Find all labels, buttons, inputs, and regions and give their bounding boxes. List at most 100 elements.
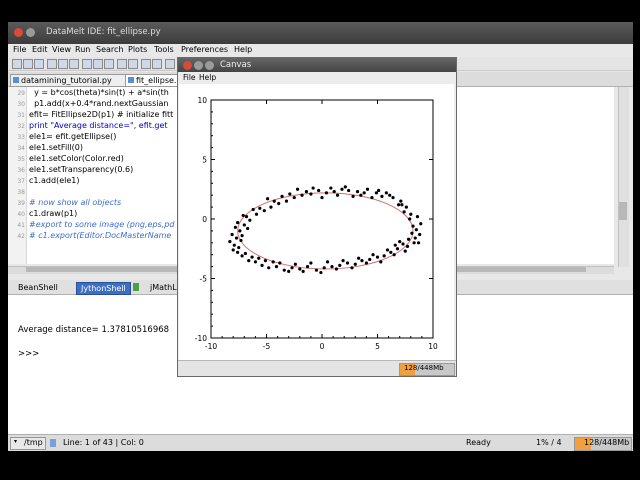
data-point bbox=[287, 269, 291, 273]
menu-search[interactable]: Search bbox=[96, 45, 123, 54]
data-point bbox=[240, 254, 244, 258]
tab-jmathlab[interactable]: jMathL bbox=[146, 282, 181, 293]
tab-jythonshell[interactable]: JythonShell bbox=[76, 282, 131, 295]
data-point bbox=[295, 187, 300, 191]
menu-plots[interactable]: Plots bbox=[128, 45, 147, 54]
replace-icon[interactable] bbox=[152, 59, 162, 69]
data-point bbox=[399, 199, 403, 203]
close-window-button[interactable] bbox=[14, 28, 23, 37]
canvas-memory-label: 128/448Mb bbox=[404, 364, 444, 372]
data-point bbox=[357, 256, 361, 260]
y-tick-label: 10 bbox=[197, 96, 207, 105]
data-point bbox=[418, 232, 422, 237]
data-point bbox=[343, 185, 347, 189]
menu-edit[interactable]: Edit bbox=[32, 45, 48, 54]
editor-vertical-scrollbar[interactable] bbox=[618, 87, 629, 267]
data-point bbox=[322, 266, 326, 270]
canvas-menu-file[interactable]: File bbox=[183, 73, 196, 82]
data-point bbox=[416, 241, 421, 245]
data-point bbox=[238, 229, 242, 233]
open-file-icon[interactable] bbox=[23, 59, 33, 69]
data-point bbox=[350, 266, 354, 270]
menu-run[interactable]: Run bbox=[75, 45, 90, 54]
line-number: 31 bbox=[17, 112, 25, 119]
code-line: print "Average distance=", efit.get bbox=[29, 121, 168, 130]
data-point bbox=[282, 268, 286, 272]
data-point bbox=[309, 261, 313, 265]
menu-view[interactable]: View bbox=[52, 45, 71, 54]
scatter-plot[interactable]: -10 -5 0 5 10 -10 -5 0 5 10 bbox=[179, 84, 454, 360]
save-icon[interactable] bbox=[34, 59, 44, 69]
save-all-icon[interactable] bbox=[47, 59, 57, 69]
menu-tools[interactable]: Tools bbox=[154, 45, 174, 54]
data-point bbox=[409, 212, 413, 216]
data-point bbox=[248, 218, 252, 222]
minimize-window-button[interactable] bbox=[26, 28, 35, 37]
data-point bbox=[375, 255, 380, 259]
data-point bbox=[317, 188, 321, 193]
data-point bbox=[412, 241, 416, 245]
refresh-icon[interactable] bbox=[133, 283, 139, 291]
menu-preferences[interactable]: Preferences bbox=[181, 45, 228, 54]
canvas-minimize-button[interactable] bbox=[194, 61, 203, 70]
ide-titlebar[interactable]: DataMelt IDE: fit_ellipse.py bbox=[8, 22, 633, 44]
data-point bbox=[232, 243, 236, 247]
data-point bbox=[244, 215, 249, 219]
canvas-close-button[interactable] bbox=[183, 61, 192, 70]
data-point bbox=[415, 215, 420, 219]
y-tick-label: -5 bbox=[200, 275, 208, 284]
undo-icon[interactable] bbox=[117, 59, 127, 69]
data-point bbox=[411, 224, 415, 228]
data-point bbox=[311, 186, 315, 190]
plot-area[interactable]: -10 -5 0 5 10 -10 -5 0 5 10 bbox=[179, 84, 454, 360]
data-point bbox=[400, 203, 404, 207]
canvas-titlebar[interactable]: Canvas bbox=[178, 58, 456, 72]
data-point bbox=[251, 207, 255, 212]
new-file-icon[interactable] bbox=[12, 59, 22, 69]
data-point bbox=[413, 236, 417, 240]
canvas-menu-help[interactable]: Help bbox=[199, 73, 216, 82]
run-icon[interactable] bbox=[165, 59, 175, 69]
canvas-menu-bar: File Help bbox=[178, 72, 456, 83]
find-icon[interactable] bbox=[141, 59, 151, 69]
data-point bbox=[392, 253, 396, 257]
data-point bbox=[309, 192, 313, 196]
paste-icon[interactable] bbox=[104, 59, 114, 69]
tab-datamining-tutorial[interactable]: datamining_tutorial.py bbox=[10, 74, 132, 87]
python-file-icon bbox=[128, 77, 134, 83]
data-point bbox=[288, 192, 292, 196]
data-point bbox=[401, 242, 405, 246]
data-point bbox=[269, 205, 273, 209]
progress-percent: 1% / 4 bbox=[536, 438, 562, 447]
y-tick-label: -10 bbox=[195, 334, 207, 343]
line-number: 41 bbox=[17, 222, 25, 229]
y-tick-label: 0 bbox=[202, 215, 207, 224]
line-number: 39 bbox=[17, 200, 25, 207]
cut-icon[interactable] bbox=[82, 59, 92, 69]
data-point bbox=[243, 251, 248, 256]
menu-file[interactable]: File bbox=[13, 45, 26, 54]
data-point bbox=[382, 254, 386, 258]
current-path: /tmp bbox=[24, 438, 43, 447]
canvas-maximize-button[interactable] bbox=[205, 61, 214, 70]
line-number: 33 bbox=[17, 134, 25, 141]
data-point bbox=[353, 262, 357, 266]
menu-help[interactable]: Help bbox=[234, 45, 252, 54]
data-point bbox=[335, 193, 340, 197]
line-number-gutter: 29 30 31 32 33 34 35 36 37 38 39 40 41 4… bbox=[8, 87, 27, 264]
editor-vertical-scroll-thumb[interactable] bbox=[619, 202, 627, 220]
data-point bbox=[408, 217, 412, 221]
tab-beanshell[interactable]: BeanShell bbox=[14, 282, 62, 293]
data-point bbox=[325, 260, 330, 264]
data-point bbox=[254, 212, 259, 216]
menu-bar: File Edit View Run Search Plots Tools Pr… bbox=[8, 44, 633, 56]
print-icon[interactable] bbox=[69, 59, 79, 69]
data-point bbox=[237, 245, 241, 250]
redo-icon[interactable] bbox=[128, 59, 138, 69]
memory-label: 128/448Mb bbox=[584, 438, 630, 447]
data-point bbox=[340, 187, 344, 191]
copy-icon[interactable] bbox=[93, 59, 103, 69]
data-point bbox=[360, 259, 364, 263]
data-point bbox=[319, 270, 323, 275]
close-file-icon[interactable] bbox=[58, 59, 68, 69]
